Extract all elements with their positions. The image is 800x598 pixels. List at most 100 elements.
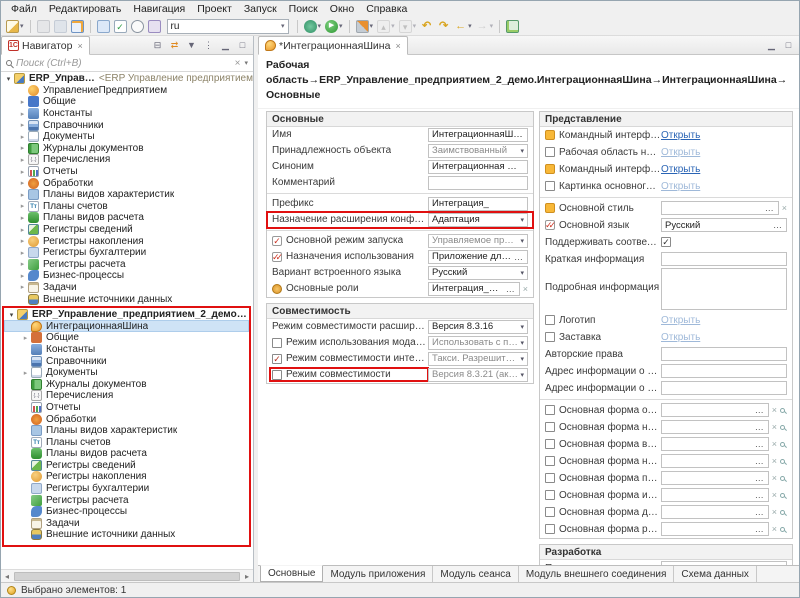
- debug-config-icon[interactable]: ▾: [302, 19, 324, 34]
- browse-dots-icon[interactable]: …: [755, 490, 765, 500]
- checkbox[interactable]: [545, 315, 555, 325]
- menu-item[interactable]: Проект: [191, 2, 238, 16]
- tree-item[interactable]: Регистры бухгалтерии: [4, 483, 249, 495]
- open-link[interactable]: Открыть: [661, 164, 700, 175]
- bottom-tab[interactable]: Схема данных: [674, 566, 757, 582]
- search-icon[interactable]: [780, 510, 785, 515]
- text-field[interactable]: Интеграция_: [428, 197, 528, 211]
- tree-item[interactable]: ▸Общие: [1, 96, 253, 108]
- maximize-icon[interactable]: □: [236, 40, 249, 50]
- browse-dots-icon[interactable]: …: [755, 524, 765, 534]
- checkbox[interactable]: [272, 370, 282, 380]
- expanded-arrow-icon[interactable]: ▾: [6, 311, 17, 319]
- tree-item[interactable]: ▸Планы видов характеристик: [1, 189, 253, 201]
- profile-search-icon[interactable]: [146, 19, 163, 34]
- checkbox[interactable]: [545, 439, 555, 449]
- menu-item[interactable]: Справка: [360, 2, 413, 16]
- collapsed-arrow-icon[interactable]: ▸: [17, 156, 28, 164]
- collapsed-arrow-icon[interactable]: ▸: [17, 98, 28, 106]
- tree-item[interactable]: ▸Планы счетов: [1, 201, 253, 213]
- tree-item[interactable]: Бизнес-процессы: [4, 506, 249, 518]
- editor-tab[interactable]: *ИнтеграционнаяШина ×: [258, 36, 408, 55]
- picker-field[interactable]: …: [661, 454, 769, 468]
- browse-dots-icon[interactable]: …: [755, 473, 765, 483]
- tree-item[interactable]: ▸Общие: [4, 332, 249, 344]
- collapsed-arrow-icon[interactable]: ▸: [17, 226, 28, 234]
- text-field[interactable]: Интеграционная шина: [428, 160, 528, 174]
- clear-icon[interactable]: ×: [772, 405, 777, 415]
- open-link[interactable]: Открыть: [661, 130, 700, 141]
- text-field[interactable]: [661, 364, 787, 378]
- checkbox[interactable]: [545, 507, 555, 517]
- dropdown-field[interactable]: Адаптация▾: [428, 213, 528, 227]
- bottom-tab[interactable]: Модуль сеанса: [433, 566, 518, 582]
- tree-item[interactable]: Планы видов характеристик: [4, 425, 249, 437]
- clear-icon[interactable]: ×: [772, 490, 777, 500]
- clear-icon[interactable]: ×: [772, 507, 777, 517]
- tree-item[interactable]: ▾ERP_Управление_предприятием_2_демо.Инте…: [4, 309, 249, 321]
- tree-item[interactable]: Обработки: [4, 413, 249, 425]
- picker-field[interactable]: …: [661, 505, 769, 519]
- collapsed-arrow-icon[interactable]: ▸: [17, 144, 28, 152]
- collapsed-arrow-icon[interactable]: ▸: [17, 110, 28, 118]
- clear-icon[interactable]: ×: [772, 524, 777, 534]
- browse-dots-icon[interactable]: …: [755, 422, 765, 432]
- clear-icon[interactable]: ×: [772, 456, 777, 466]
- picker-field[interactable]: …: [661, 403, 769, 417]
- checkbox[interactable]: [545, 332, 555, 342]
- tree-item[interactable]: ▸Перечисления: [1, 154, 253, 166]
- clear-icon[interactable]: ×: [772, 439, 777, 449]
- text-field[interactable]: ИнтеграционнаяШина: [428, 128, 528, 142]
- collapsed-arrow-icon[interactable]: ▸: [17, 283, 28, 291]
- checkbox[interactable]: [545, 524, 555, 534]
- tree-item[interactable]: ▸Отчеты: [1, 166, 253, 178]
- search-options-icon[interactable]: ▾: [244, 59, 248, 67]
- search-icon[interactable]: [780, 425, 785, 430]
- search-icon[interactable]: [780, 459, 785, 464]
- close-icon[interactable]: ×: [395, 41, 400, 51]
- search-icon[interactable]: [780, 476, 785, 481]
- browse-dots-icon[interactable]: …: [755, 405, 765, 415]
- new-wizard-icon[interactable]: ▾: [4, 19, 26, 34]
- bottom-tab[interactable]: Основные: [260, 565, 323, 582]
- tree-item[interactable]: ▸Справочники: [1, 119, 253, 131]
- launch-tool-icon[interactable]: ▾: [354, 19, 376, 34]
- back-history-icon[interactable]: [418, 19, 435, 34]
- clear-icon[interactable]: ×: [782, 203, 787, 213]
- picker-field[interactable]: Интеграция_ОсновнаяРоль…: [428, 282, 520, 296]
- forward-history-icon[interactable]: [435, 19, 452, 34]
- filter-icon[interactable]: ▼: [185, 40, 198, 50]
- link-with-editor-icon[interactable]: ⇄: [168, 40, 181, 51]
- tree-item[interactable]: ▸Константы: [1, 108, 253, 120]
- check-configuration-icon[interactable]: [112, 19, 129, 34]
- dropdown-field[interactable]: Версия 8.3.16▾: [428, 320, 528, 334]
- open-editor-icon[interactable]: [504, 19, 521, 34]
- minimize-icon[interactable]: ▁: [219, 40, 232, 51]
- close-icon[interactable]: ×: [77, 41, 82, 51]
- menu-item[interactable]: Редактировать: [43, 2, 128, 16]
- tree-item[interactable]: Регистры накопления: [4, 471, 249, 483]
- view-menu-icon[interactable]: ⋮: [202, 40, 215, 51]
- browse-dots-icon[interactable]: …: [755, 439, 765, 449]
- language-combo[interactable]: ru▾: [167, 19, 289, 34]
- checkbox[interactable]: [545, 422, 555, 432]
- tree-item[interactable]: ▸Регистры бухгалтерии: [1, 247, 253, 259]
- browse-dots-icon[interactable]: …: [755, 456, 765, 466]
- tree-item[interactable]: ▸Журналы документов: [1, 143, 253, 155]
- tree-item[interactable]: ▸Обработки: [1, 177, 253, 189]
- tree-item[interactable]: Журналы документов: [4, 378, 249, 390]
- minimize-icon[interactable]: ▁: [765, 40, 778, 51]
- collapsed-arrow-icon[interactable]: ▸: [20, 369, 31, 377]
- search-icon[interactable]: [780, 442, 785, 447]
- tree-item[interactable]: ▸Документы: [4, 367, 249, 379]
- tree-item[interactable]: ▸Бизнес-процессы: [1, 270, 253, 282]
- navigator-search[interactable]: Поиск (Ctrl+B) × ▾: [1, 55, 253, 72]
- checkbox[interactable]: [272, 338, 282, 348]
- checkbox[interactable]: [545, 405, 555, 415]
- tree-item[interactable]: Внешние источники данных: [4, 529, 249, 541]
- checkbox[interactable]: [545, 473, 555, 483]
- textarea-field[interactable]: [661, 268, 787, 310]
- tree-item[interactable]: Планы счетов: [4, 436, 249, 448]
- checkbox[interactable]: [661, 237, 671, 247]
- tree-item[interactable]: ▸Документы: [1, 131, 253, 143]
